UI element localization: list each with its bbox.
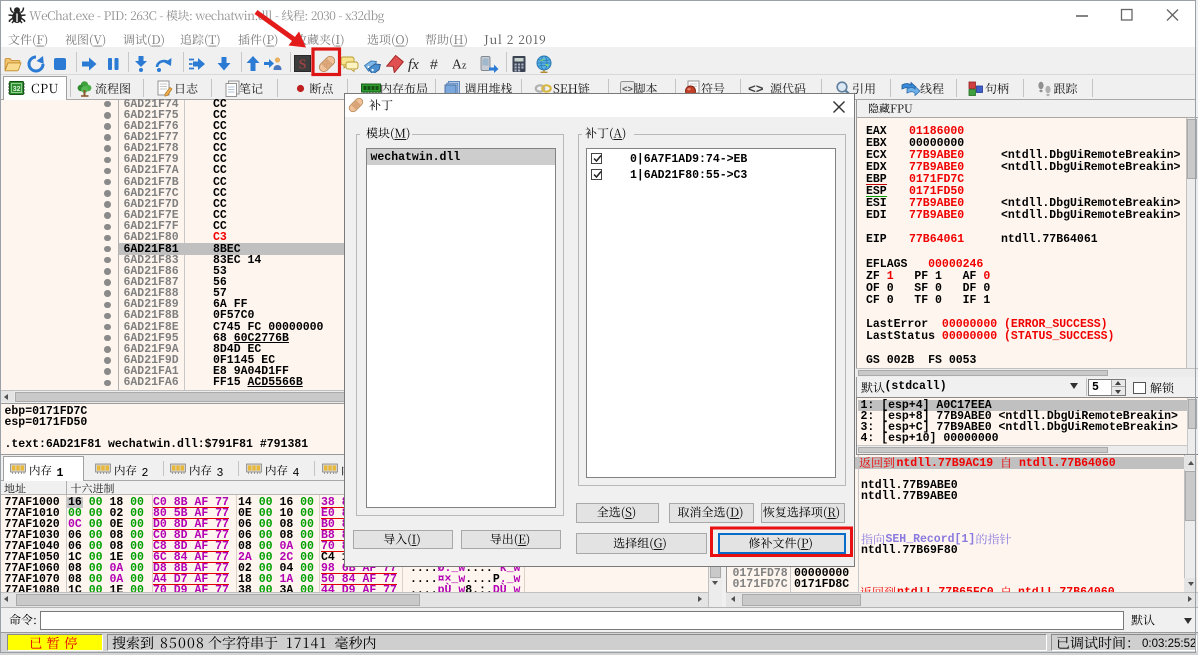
svg-text:S: S — [299, 58, 307, 73]
svg-text:A: A — [452, 57, 462, 72]
svg-text:#: # — [430, 56, 438, 72]
svg-text:32: 32 — [13, 86, 21, 93]
svg-text:z: z — [462, 61, 467, 72]
svg-text:fx: fx — [408, 57, 419, 73]
